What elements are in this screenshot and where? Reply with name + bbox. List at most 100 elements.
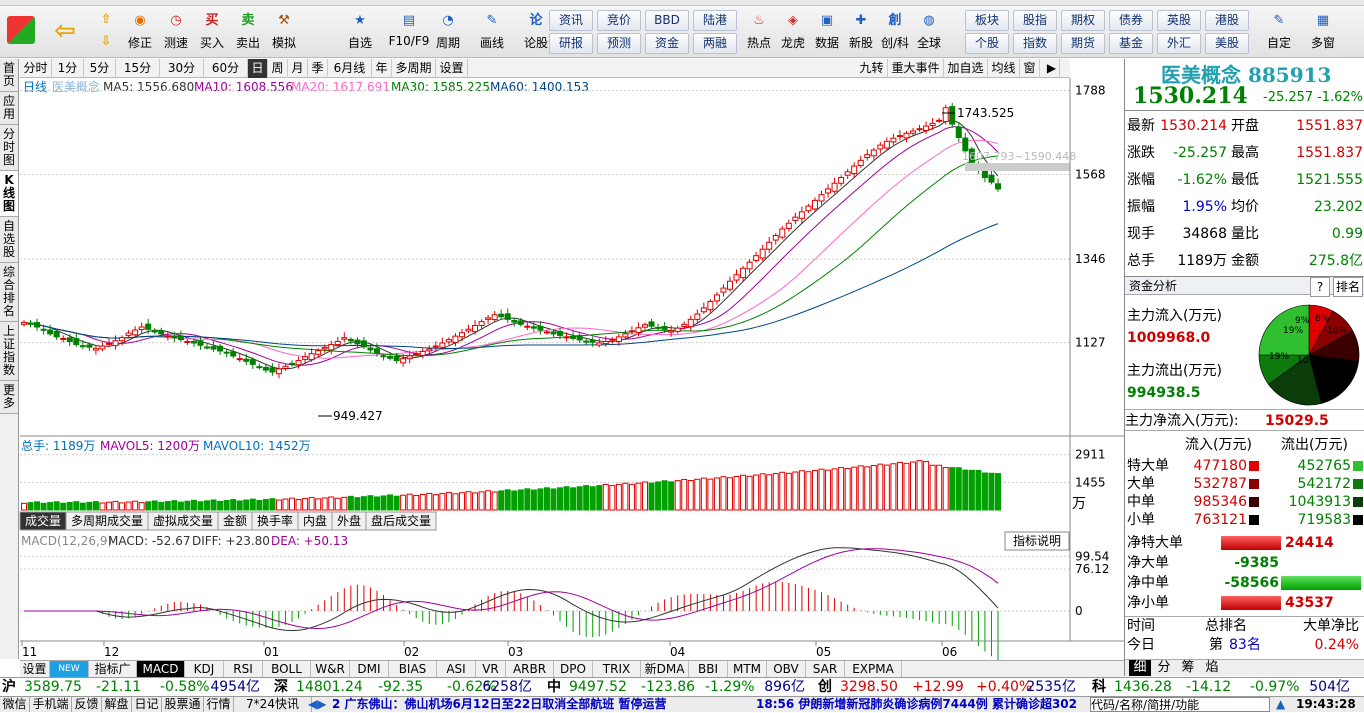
right-tool-button-1[interactable]: ▦ 多窗 xyxy=(1306,10,1340,56)
quick-button-small_buttons2_row1-4[interactable]: 英股 xyxy=(1157,10,1201,31)
period-tab-5[interactable]: 60分 xyxy=(204,59,248,78)
indicator-button-18[interactable]: OBV xyxy=(767,661,806,677)
status-tab-5[interactable]: 股票通 xyxy=(162,697,204,712)
period-tab-10[interactable]: 6月线 xyxy=(328,59,372,78)
indicator-button-3[interactable]: MACD xyxy=(137,661,185,677)
toolbar-button-sell[interactable]: 卖卖出 xyxy=(230,10,266,56)
search-arrow-icon[interactable]: ▲ xyxy=(1276,697,1285,712)
up-down-buttons[interactable]: ⇧ ⇩ xyxy=(92,10,120,56)
indicator-button-5[interactable]: RSI xyxy=(224,661,263,677)
arrow-down-icon[interactable]: ⇩ xyxy=(95,32,117,52)
icon-button-0[interactable]: ♨ 热点 xyxy=(742,10,776,56)
detail-tab-0[interactable]: 细 xyxy=(1129,660,1151,676)
indicator-button-9[interactable]: BIAS xyxy=(389,661,437,677)
period-tab-2[interactable]: 5分 xyxy=(84,59,116,78)
indicator-button-4[interactable]: KDJ xyxy=(185,661,224,677)
icon-button-3[interactable]: ✚ 新股 xyxy=(844,10,878,56)
quick-button-small_buttons2_row2-3[interactable]: 基金 xyxy=(1109,33,1153,54)
status-tab-2[interactable]: 反馈 xyxy=(72,697,102,712)
indicator-button-13[interactable]: DPO xyxy=(554,661,593,677)
period-tab-3[interactable]: 15分 xyxy=(116,59,160,78)
period-tab-0[interactable]: 分时 xyxy=(20,59,52,78)
news-ticker-2[interactable]: 18:56 伊朗新增新冠肺炎确诊病例7444例 累计确诊超302 xyxy=(756,697,1086,712)
indicator-button-12[interactable]: ARBR xyxy=(506,661,554,677)
status-tab-3[interactable]: 解盘 xyxy=(102,697,132,712)
toolbar-button-buy[interactable]: 买买入 xyxy=(194,10,230,56)
arrow-up-icon[interactable]: ⇧ xyxy=(95,10,117,30)
indicator-button-8[interactable]: DMI xyxy=(350,661,389,677)
fund-flow-help-button[interactable]: ? xyxy=(1310,277,1330,297)
indicator-button-20[interactable]: EXPMA xyxy=(845,661,902,677)
period-tab-6[interactable]: 日 xyxy=(248,59,268,78)
status-tab-6[interactable]: 行情 xyxy=(204,697,234,712)
quick-button-small_buttons2_row2-4[interactable]: 外汇 xyxy=(1157,33,1201,54)
status-tab-0[interactable]: 微信 xyxy=(0,697,30,712)
back-button[interactable]: ⇦ xyxy=(48,10,82,56)
toolbar-button-draw-line[interactable]: ✎ 画线 xyxy=(474,10,510,56)
indicator-button-0[interactable]: 设置 xyxy=(20,661,50,677)
quick-button-small_buttons2_row1-2[interactable]: 期权 xyxy=(1061,10,1105,31)
index-item[interactable]: 中 9497.52 -123.86 -1.29% 896亿 xyxy=(545,678,815,696)
quick-button-small_buttons_row1-0[interactable]: 资讯 xyxy=(549,10,593,31)
index-item[interactable]: 创 3298.50 +12.99 +0.40% 2535亿 xyxy=(816,678,1086,696)
period-right-0[interactable]: 九转 xyxy=(856,59,888,78)
toolbar-button-f10[interactable]: ▤ F10/F9 xyxy=(386,10,432,56)
quick-button-small_buttons2_row2-1[interactable]: 指数 xyxy=(1013,33,1057,54)
period-tab-7[interactable]: 周 xyxy=(268,59,288,78)
detail-tab-3[interactable]: 焰 xyxy=(1201,660,1223,676)
search-input[interactable]: 代码/名称/简拼/功能 xyxy=(1090,697,1270,712)
indicator-button-10[interactable]: ASI xyxy=(437,661,476,677)
period-right-3[interactable]: 均线 xyxy=(988,59,1020,78)
period-tab-1[interactable]: 1分 xyxy=(52,59,84,78)
index-item[interactable]: 深 14801.24 -92.35 -0.62% 6258亿 xyxy=(272,678,542,696)
period-tab-13[interactable]: 设置 xyxy=(436,59,468,78)
status-tab-4[interactable]: 日记 xyxy=(132,697,162,712)
quick-button-small_buttons_row2-1[interactable]: 预测 xyxy=(597,33,641,54)
indicator-button-14[interactable]: TRIX xyxy=(593,661,641,677)
toolbar-button-simulate[interactable]: ⚒ 模拟 xyxy=(266,10,302,56)
period-right-1[interactable]: 重大事件 xyxy=(888,59,944,78)
indicator-button-11[interactable]: VR xyxy=(476,661,506,677)
detail-tab-1[interactable]: 分 xyxy=(1153,660,1175,676)
quick-button-small_buttons_row2-0[interactable]: 研报 xyxy=(549,33,593,54)
right-tool-button-0[interactable]: ✎ 自定 xyxy=(1262,10,1296,56)
indicator-button-17[interactable]: MTM xyxy=(728,661,767,677)
icon-button-2[interactable]: ▣ 数据 xyxy=(810,10,844,56)
quick-button-small_buttons2_row2-5[interactable]: 美股 xyxy=(1205,33,1249,54)
quick-button-small_buttons_row1-2[interactable]: BBD xyxy=(645,10,689,31)
quick-button-small_buttons2_row1-1[interactable]: 股指 xyxy=(1013,10,1057,31)
period-right-2[interactable]: 加自选 xyxy=(944,59,988,78)
toolbar-button-correct[interactable]: ◉ 修正 xyxy=(122,10,158,56)
icon-button-4[interactable]: 創创/科 xyxy=(878,10,912,56)
quick-button-small_buttons2_row1-3[interactable]: 债券 xyxy=(1109,10,1153,31)
toolbar-button-period[interactable]: ◔ 周期 xyxy=(430,10,466,56)
quick-button-small_buttons2_row1-5[interactable]: 港股 xyxy=(1205,10,1249,31)
kline-chart[interactable]: 日线 医美概念 MA5: 1556.680 MA10: 1608.556 MA2… xyxy=(0,78,1124,660)
quick-button-small_buttons_row1-1[interactable]: 竞价 xyxy=(597,10,641,31)
indicator-button-19[interactable]: SAR xyxy=(806,661,845,677)
period-tab-9[interactable]: 季 xyxy=(308,59,328,78)
quick-button-small_buttons2_row1-0[interactable]: 板块 xyxy=(965,10,1009,31)
toolbar-button-speed-test[interactable]: ◷ 测速 xyxy=(158,10,194,56)
quick-button-small_buttons_row2-3[interactable]: 两融 xyxy=(693,33,737,54)
icon-button-5[interactable]: ◍ 全球 xyxy=(912,10,946,56)
detail-tab-2[interactable]: 筹 xyxy=(1177,660,1199,676)
quick-button-small_buttons_row1-3[interactable]: 陆港 xyxy=(693,10,737,31)
index-item[interactable]: 沪 3589.75 -21.11 -0.58% 4954亿 xyxy=(0,678,270,696)
toolbar-button-watchlist[interactable]: ★ 自选 xyxy=(342,10,378,56)
quick-button-small_buttons_row2-2[interactable]: 资金 xyxy=(645,33,689,54)
fund-flow-rank-button[interactable]: 排名 xyxy=(1333,277,1363,297)
period-tab-8[interactable]: 月 xyxy=(288,59,308,78)
next-page-icon[interactable]: ▶ xyxy=(1044,59,1060,78)
index-item[interactable]: 科 1436.28 -14.12 -0.97% 504亿 xyxy=(1090,678,1360,696)
indicator-button-7[interactable]: W&R xyxy=(311,661,350,677)
quick-button-small_buttons2_row2-2[interactable]: 期货 xyxy=(1061,33,1105,54)
news-ticker-1[interactable]: 2 广东佛山：佛山机场6月12日至22日取消全部航班 暂停运营 xyxy=(332,697,742,712)
status-tab-7[interactable]: 7*24快讯 xyxy=(234,697,312,712)
status-tab-1[interactable]: 手机端 xyxy=(30,697,72,712)
period-right-4[interactable]: 窗 xyxy=(1020,59,1040,78)
indicator-button-16[interactable]: BBI xyxy=(689,661,728,677)
icon-button-1[interactable]: ◈ 龙虎 xyxy=(776,10,810,56)
period-tab-4[interactable]: 30分 xyxy=(160,59,204,78)
period-tab-12[interactable]: 多周期 xyxy=(392,59,436,78)
